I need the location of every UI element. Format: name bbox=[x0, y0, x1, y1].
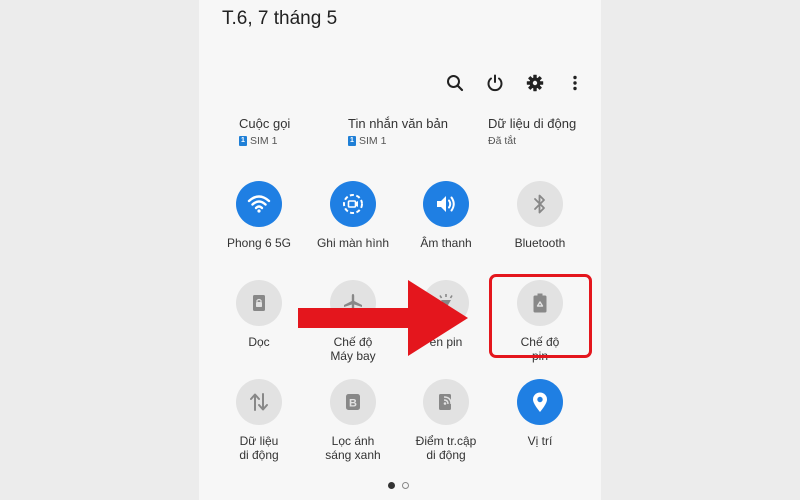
tile-bluetooth[interactable]: Bluetooth bbox=[492, 181, 588, 250]
tile-label: Dữ liệu di động bbox=[239, 434, 279, 462]
tile-blue-light[interactable]: B Lọc ánh sáng xanh bbox=[305, 379, 401, 462]
messages-sub: 1 SIM 1 bbox=[348, 135, 448, 147]
hotspot-icon bbox=[423, 379, 469, 425]
bluetooth-icon bbox=[517, 181, 563, 227]
calls-sub: 1 SIM 1 bbox=[239, 135, 290, 147]
power-icon[interactable] bbox=[475, 70, 515, 96]
page-dot-active[interactable] bbox=[388, 482, 395, 489]
tile-sound[interactable]: Âm thanh bbox=[398, 181, 494, 250]
page-dot[interactable] bbox=[402, 482, 409, 489]
mobile-data-sub: Đã tắt bbox=[488, 135, 576, 147]
mobile-data-status[interactable]: Dữ liệu di động Đã tắt bbox=[488, 116, 576, 147]
tile-label: Dọc bbox=[248, 335, 270, 349]
gear-icon[interactable] bbox=[515, 70, 555, 96]
top-actions bbox=[435, 70, 595, 96]
blue-light-icon: B bbox=[330, 379, 376, 425]
tile-label: Ghi màn hình bbox=[316, 236, 390, 250]
red-arrow-annotation bbox=[298, 280, 468, 356]
tile-label: Điểm tr.cập di động bbox=[415, 434, 477, 462]
tile-label: Lọc ánh sáng xanh bbox=[325, 434, 381, 462]
mobile-data-icon bbox=[236, 379, 282, 425]
more-vert-icon[interactable] bbox=[555, 70, 595, 96]
tile-label: Phong 6 5G bbox=[226, 236, 292, 250]
sound-icon bbox=[423, 181, 469, 227]
svg-text:B: B bbox=[349, 398, 357, 410]
tile-location[interactable]: Vị trí bbox=[492, 379, 588, 448]
messages-status[interactable]: Tin nhắn văn bản 1 SIM 1 bbox=[348, 116, 448, 147]
sim-icon: 1 bbox=[348, 136, 356, 146]
quick-settings-panel: T.6, 7 tháng 5 Cuộc gọi 1 SIM 1 Tin nhắn… bbox=[199, 0, 601, 500]
calls-sim: SIM 1 bbox=[250, 135, 278, 147]
messages-sim: SIM 1 bbox=[359, 135, 387, 147]
tile-label: Vị trí bbox=[527, 434, 553, 448]
search-icon[interactable] bbox=[435, 70, 475, 96]
tile-hotspot[interactable]: Điểm tr.cập di động bbox=[398, 379, 494, 462]
screen-record-icon bbox=[330, 181, 376, 227]
location-icon bbox=[517, 379, 563, 425]
page-indicator bbox=[388, 482, 409, 489]
tile-label: Bluetooth bbox=[514, 236, 566, 250]
tile-screen-record[interactable]: Ghi màn hình bbox=[305, 181, 401, 250]
tile-portrait[interactable]: Dọc bbox=[211, 280, 307, 349]
wifi-icon bbox=[236, 181, 282, 227]
tile-label: Âm thanh bbox=[420, 236, 472, 250]
messages-title: Tin nhắn văn bản bbox=[348, 116, 448, 131]
mobile-data-title: Dữ liệu di động bbox=[488, 116, 577, 131]
portrait-lock-icon bbox=[236, 280, 282, 326]
calls-title: Cuộc gọi bbox=[239, 116, 291, 131]
tile-wifi[interactable]: Phong 6 5G bbox=[211, 181, 307, 250]
sim-icon: 1 bbox=[239, 136, 247, 146]
date-text: T.6, 7 tháng 5 bbox=[222, 8, 338, 29]
tile-mobile-data[interactable]: Dữ liệu di động bbox=[211, 379, 307, 462]
calls-status[interactable]: Cuộc gọi 1 SIM 1 bbox=[239, 116, 290, 147]
status-row: Cuộc gọi 1 SIM 1 Tin nhắn văn bản 1 SIM … bbox=[199, 116, 601, 156]
battery-saver-highlight bbox=[489, 274, 592, 358]
mobile-data-state: Đã tắt bbox=[488, 135, 517, 147]
